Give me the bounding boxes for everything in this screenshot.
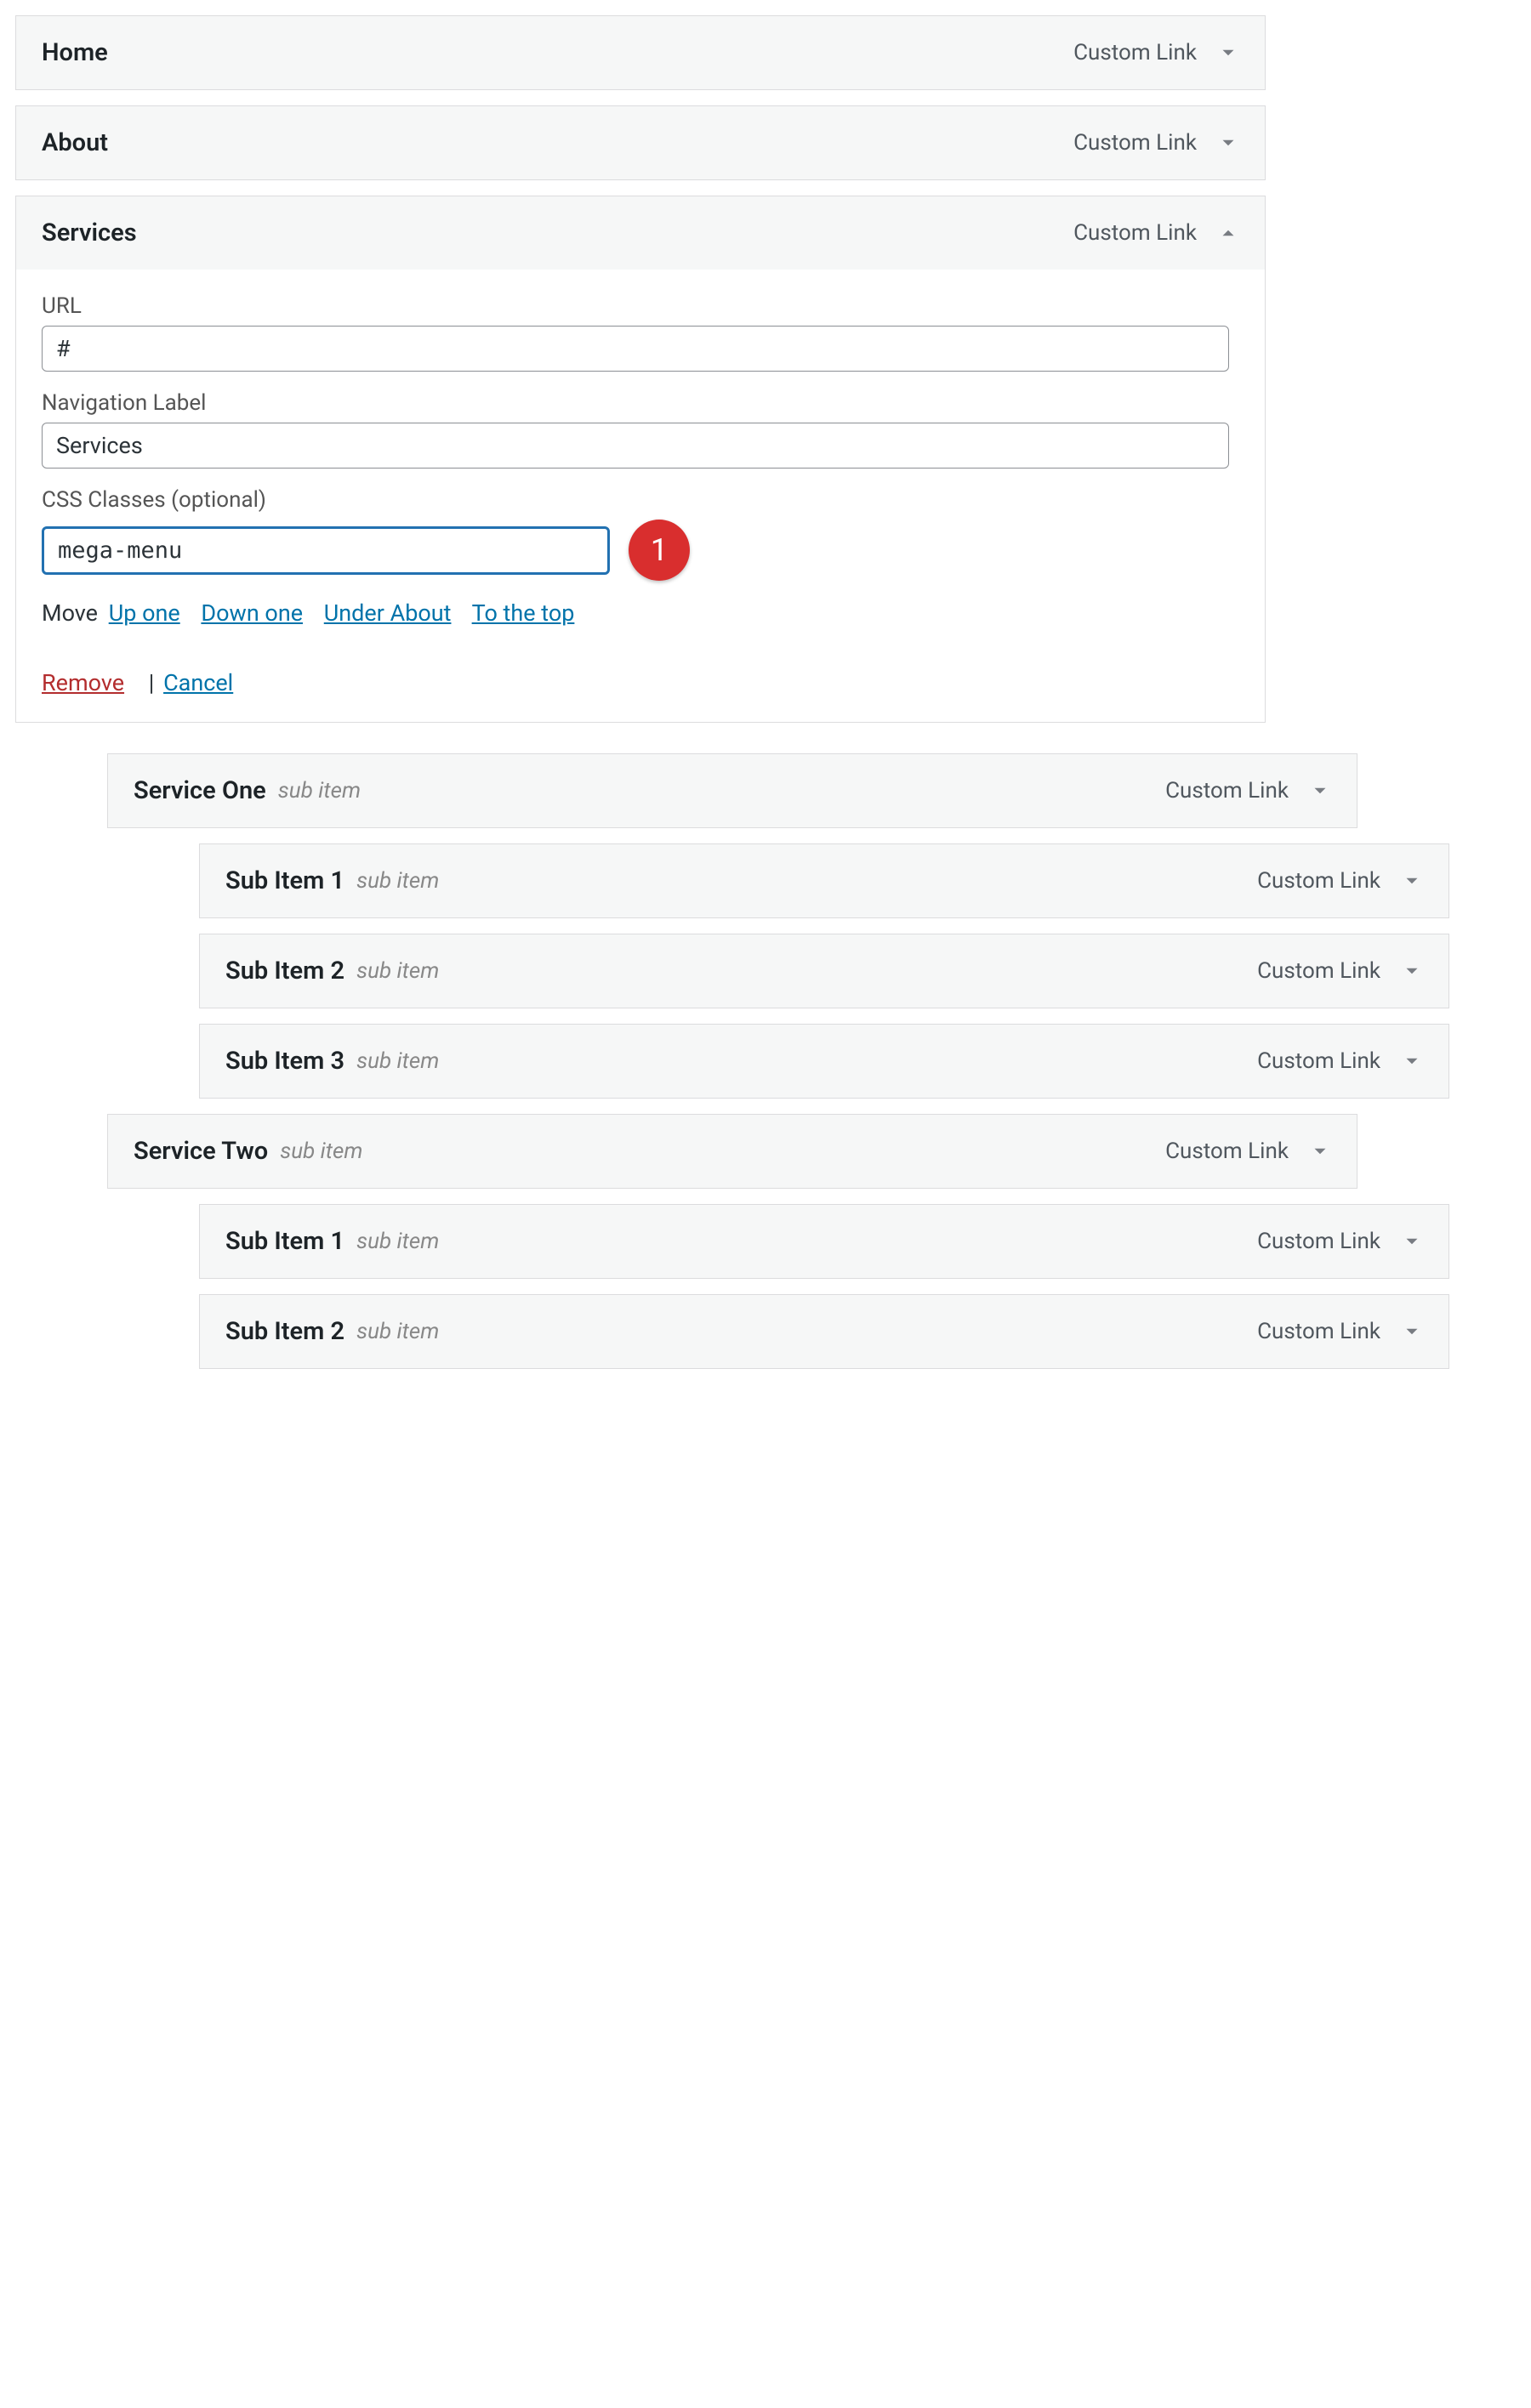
menu-item-header[interactable]: Sub Item 3 sub item Custom Link: [200, 1025, 1448, 1098]
menu-item-type: Custom Link: [1073, 40, 1197, 65]
menu-item-header[interactable]: Home Custom Link: [16, 16, 1265, 89]
sub-item-label: sub item: [356, 958, 439, 984]
chevron-down-icon: [1401, 870, 1423, 892]
action-row: Remove | Cancel: [42, 669, 1239, 696]
menu-item-title: About: [42, 128, 108, 157]
menu-item-title: Service One: [134, 776, 266, 805]
chevron-up-icon: [1217, 222, 1239, 244]
menu-structure: Home Custom Link About Custom Link Servi…: [15, 15, 1410, 1369]
menu-item-type: Custom Link: [1165, 1139, 1289, 1164]
annotation-badge-1: 1: [629, 520, 690, 581]
chevron-down-icon: [1309, 1140, 1331, 1162]
menu-item-title: Sub Item 2: [225, 1317, 344, 1346]
menu-item-header[interactable]: Sub Item 2 sub item Custom Link: [200, 1295, 1448, 1368]
menu-item-type: Custom Link: [1165, 778, 1289, 804]
field-url: URL: [42, 293, 1239, 372]
menu-item-sub-3: Sub Item 3 sub item Custom Link: [199, 1024, 1449, 1099]
chevron-down-icon: [1217, 42, 1239, 64]
menu-item-type: Custom Link: [1257, 958, 1380, 984]
move-row: Move Up one Down one Under About To the …: [42, 599, 1239, 627]
chevron-down-icon: [1309, 780, 1331, 802]
menu-item-title: Sub Item 1: [225, 866, 344, 895]
nav-label-input[interactable]: [42, 423, 1229, 469]
menu-item-header[interactable]: About Custom Link: [16, 106, 1265, 179]
menu-item-type: Custom Link: [1257, 868, 1380, 894]
menu-item-header[interactable]: Sub Item 1 sub item Custom Link: [200, 844, 1448, 917]
sub-item-label: sub item: [356, 868, 439, 894]
field-navigation-label: Navigation Label: [42, 390, 1239, 469]
menu-item-type: Custom Link: [1257, 1229, 1380, 1254]
menu-item-type: Custom Link: [1073, 220, 1197, 246]
menu-item-settings: URL Navigation Label CSS Classes (option…: [16, 270, 1265, 722]
menu-item-title: Services: [42, 219, 137, 247]
move-to-top-link[interactable]: To the top: [472, 599, 575, 627]
menu-item-sub-2: Sub Item 2 sub item Custom Link: [199, 934, 1449, 1008]
menu-item-header[interactable]: Services Custom Link: [16, 196, 1265, 270]
move-down-one-link[interactable]: Down one: [201, 599, 303, 627]
menu-item-home: Home Custom Link: [15, 15, 1266, 90]
move-label: Move: [42, 599, 98, 627]
action-separator: |: [149, 669, 155, 696]
css-classes-label: CSS Classes (optional): [42, 487, 1239, 513]
menu-item-header[interactable]: Service Two sub item Custom Link: [108, 1115, 1357, 1188]
sub-item-label: sub item: [356, 1319, 439, 1344]
url-input[interactable]: [42, 326, 1229, 372]
chevron-down-icon: [1401, 960, 1423, 982]
menu-item-title: Service Two: [134, 1137, 268, 1166]
menu-item-sub-2b: Sub Item 2 sub item Custom Link: [199, 1294, 1449, 1369]
menu-item-services: Services Custom Link URL Navigation Labe…: [15, 196, 1266, 723]
chevron-down-icon: [1401, 1050, 1423, 1072]
menu-item-type: Custom Link: [1073, 130, 1197, 156]
menu-item-title: Home: [42, 38, 108, 67]
menu-item-header[interactable]: Sub Item 2 sub item Custom Link: [200, 934, 1448, 1008]
move-up-one-link[interactable]: Up one: [109, 599, 180, 627]
menu-item-sub-1b: Sub Item 1 sub item Custom Link: [199, 1204, 1449, 1279]
nav-label-label: Navigation Label: [42, 390, 1239, 416]
remove-link[interactable]: Remove: [42, 669, 124, 696]
menu-item-header[interactable]: Service One sub item Custom Link: [108, 754, 1357, 827]
menu-item-title: Sub Item 1: [225, 1227, 344, 1256]
menu-item-type: Custom Link: [1257, 1048, 1380, 1074]
menu-item-sub-1: Sub Item 1 sub item Custom Link: [199, 843, 1449, 918]
menu-item-title: Sub Item 2: [225, 957, 344, 985]
chevron-down-icon: [1217, 132, 1239, 154]
sub-item-label: sub item: [280, 1139, 362, 1164]
menu-item-service-one: Service One sub item Custom Link: [107, 753, 1357, 828]
menu-item-about: About Custom Link: [15, 105, 1266, 180]
field-css-classes: CSS Classes (optional) 1: [42, 487, 1239, 581]
sub-item-label: sub item: [278, 778, 361, 804]
menu-item-header[interactable]: Sub Item 1 sub item Custom Link: [200, 1205, 1448, 1278]
sub-item-label: sub item: [356, 1229, 439, 1254]
chevron-down-icon: [1401, 1230, 1423, 1252]
url-label: URL: [42, 293, 1239, 319]
menu-item-type: Custom Link: [1257, 1319, 1380, 1344]
move-under-about-link[interactable]: Under About: [324, 599, 452, 627]
chevron-down-icon: [1401, 1320, 1423, 1343]
cancel-link[interactable]: Cancel: [163, 669, 233, 696]
menu-item-title: Sub Item 3: [225, 1047, 344, 1076]
sub-item-label: sub item: [356, 1048, 439, 1074]
menu-item-service-two: Service Two sub item Custom Link: [107, 1114, 1357, 1189]
css-classes-input[interactable]: [42, 526, 610, 575]
